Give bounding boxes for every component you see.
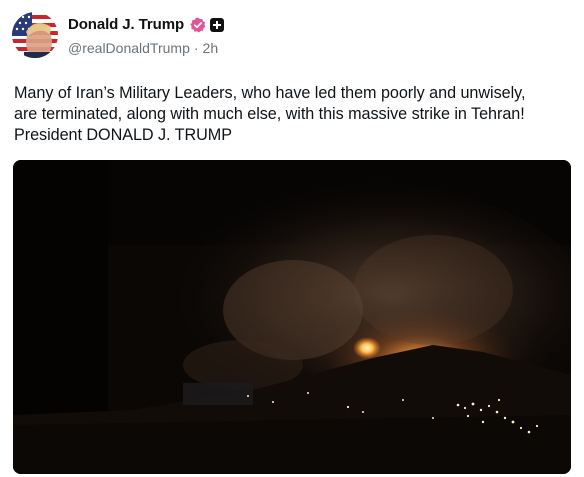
post-text-line: Many of Iran’s Military Leaders, who hav… — [14, 84, 526, 102]
verified-badge-icon — [190, 17, 206, 33]
flag-portrait-avatar-icon — [12, 12, 58, 58]
add-plus-icon[interactable] — [210, 17, 225, 32]
post-card: Donald J. Trump @realDonaldTrump · 2h Ma… — [0, 0, 584, 477]
meta-row: @realDonaldTrump · 2h — [68, 39, 224, 57]
night-explosion-image-icon — [13, 160, 571, 474]
display-name[interactable]: Donald J. Trump — [68, 16, 184, 33]
meta-separator: · — [193, 39, 199, 56]
timestamp[interactable]: 2h — [203, 40, 219, 56]
author-block: Donald J. Trump @realDonaldTrump · 2h — [68, 14, 225, 57]
name-row: Donald J. Trump — [68, 14, 225, 36]
post-media[interactable] — [13, 160, 571, 474]
post-header: Donald J. Trump @realDonaldTrump · 2h — [12, 11, 225, 59]
post-text-line: are terminated, along with much else, wi… — [14, 105, 525, 123]
post-text-line: President DONALD J. TRUMP — [14, 126, 232, 144]
post-text: Many of Iran’s Military Leaders, who hav… — [14, 83, 574, 146]
handle[interactable]: @realDonaldTrump — [68, 40, 190, 56]
avatar[interactable] — [12, 12, 58, 58]
